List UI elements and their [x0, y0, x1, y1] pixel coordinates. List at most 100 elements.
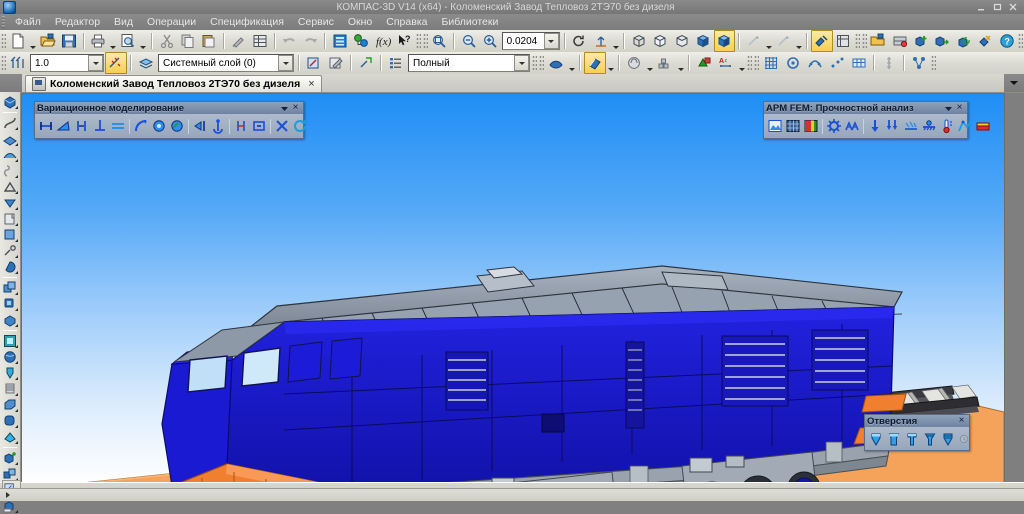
fem-gear-settings-icon[interactable] [825, 116, 843, 136]
tool-fillet[interactable] [1, 413, 19, 429]
library-manager-button[interactable] [329, 30, 350, 52]
detail-button[interactable] [889, 30, 910, 52]
color-swatch-button[interactable] [584, 52, 606, 74]
layer-combo[interactable]: Системный слой (0) [158, 54, 294, 72]
cut-button[interactable] [156, 30, 177, 52]
rotate-button[interactable] [569, 30, 590, 52]
shaded-cube-button[interactable] [713, 30, 736, 52]
open-document-button[interactable] [37, 30, 58, 52]
snap-button[interactable] [105, 52, 127, 74]
vm-linear-dimension[interactable] [250, 116, 268, 136]
mass-center-button[interactable] [654, 52, 676, 74]
vm-delete-constraint[interactable] [273, 116, 291, 136]
move-component-button[interactable] [932, 30, 953, 52]
tool-thread[interactable] [1, 381, 19, 397]
open-assembly-button[interactable] [868, 30, 889, 52]
perspective-dropdown[interactable] [764, 29, 773, 54]
assembly-toolbar-grip[interactable] [861, 33, 867, 49]
tool-draft[interactable] [1, 179, 19, 195]
mass-center-dropdown[interactable] [676, 51, 685, 76]
render-toolbar-grip[interactable] [539, 55, 544, 71]
no-hidden-line-cube-button[interactable] [671, 30, 692, 52]
add-component-button[interactable] [910, 30, 931, 52]
tool-scale[interactable] [1, 312, 19, 328]
zoom-window-button[interactable] [429, 30, 450, 52]
vm-perpendicular-constraint[interactable] [91, 116, 109, 136]
document-tab[interactable]: Коломенский Завод Тепловоз 2ТЭ70 без диз… [25, 75, 322, 92]
hole-threaded-icon[interactable] [939, 429, 957, 448]
kompas-logo-icon[interactable] [2, 0, 16, 14]
view-toolbar-grip[interactable] [422, 33, 428, 49]
tool-pocket[interactable] [1, 429, 19, 445]
new-document-dropdown[interactable] [28, 29, 37, 54]
view-toolbar-overflow[interactable] [854, 33, 860, 49]
tool-plane[interactable] [1, 131, 19, 147]
fem-distributed-load[interactable] [902, 116, 920, 136]
help-question-button[interactable]: ? [996, 30, 1017, 52]
vm-parallel-constraint[interactable] [109, 116, 127, 136]
properties-grid-button[interactable] [249, 30, 270, 52]
ruler-button[interactable] [878, 52, 900, 74]
zoom-scale-combo[interactable]: 0.0204 [501, 32, 560, 50]
zoom-out-button[interactable] [458, 30, 479, 52]
variables-tree-button[interactable] [351, 30, 372, 52]
print-preview-dropdown[interactable] [139, 29, 148, 54]
current-state-grip[interactable] [1, 55, 6, 71]
panel-variational-modeling[interactable]: Вариационное моделирование × [34, 101, 307, 139]
vm-tangent-constraint[interactable] [132, 116, 150, 136]
fem-force-load[interactable] [866, 116, 884, 136]
panel-holes-close-icon[interactable]: × [956, 416, 967, 427]
redo-button[interactable] [300, 30, 321, 52]
tool-sphere[interactable] [1, 349, 19, 365]
menu-item-help[interactable]: Справка [379, 15, 434, 29]
hidden-line-cube-button[interactable] [650, 30, 671, 52]
fem-mesh-view[interactable] [784, 116, 802, 136]
panel-apm-fem-header[interactable]: APM FEM: Прочностной анализ × [764, 102, 967, 114]
connections-button[interactable] [908, 52, 930, 74]
orientation-button[interactable] [590, 30, 611, 52]
new-document-button[interactable] [7, 30, 28, 52]
vm-collinear-constraint[interactable] [73, 116, 91, 136]
panel-holes-header[interactable]: Отверстия × [865, 415, 969, 427]
fem-results-map[interactable] [802, 116, 820, 136]
vm-symmetry-constraint[interactable] [191, 116, 209, 136]
layers-stack-button[interactable] [135, 52, 157, 74]
material-button[interactable] [623, 52, 645, 74]
perspective-button[interactable] [743, 30, 764, 52]
render-toolbar-overflow[interactable] [747, 55, 752, 71]
menu-item-libraries[interactable]: Библиотеки [434, 15, 505, 29]
current-state-button[interactable] [7, 52, 29, 74]
chevron-down-icon[interactable] [279, 103, 290, 114]
render-quality-dropdown[interactable] [567, 51, 576, 76]
vm-distance-dimension[interactable] [232, 116, 250, 136]
render-quality-button[interactable] [545, 52, 567, 74]
tool-boolean[interactable] [1, 296, 19, 312]
fem-pressure-load[interactable] [884, 116, 902, 136]
vm-refresh-icon[interactable] [291, 116, 309, 136]
hide-all-button[interactable] [811, 30, 833, 52]
save-document-button[interactable] [58, 30, 79, 52]
menu-item-file[interactable]: Файл [8, 15, 48, 29]
constraint-coincident-button[interactable] [782, 52, 804, 74]
fem-load-model[interactable] [766, 116, 784, 136]
parametrize-button[interactable] [355, 52, 377, 74]
zoom-fit-button[interactable] [479, 30, 500, 52]
annotation-button[interactable]: Az [715, 52, 737, 74]
hole-tapered-icon[interactable] [921, 429, 939, 448]
undo-button[interactable] [279, 30, 300, 52]
layer-dropdown[interactable] [278, 55, 293, 71]
hole-counterbore-icon[interactable] [903, 429, 921, 448]
material-dropdown[interactable] [645, 51, 654, 76]
tab-overflow-chevron-down-icon[interactable] [1004, 74, 1024, 92]
tool-extrude-boss[interactable] [1, 94, 19, 110]
menu-item-window[interactable]: Окно [341, 15, 379, 29]
vm-vertical-constraint[interactable] [55, 116, 73, 136]
tree-view-button[interactable] [385, 52, 407, 74]
color-swatch-dropdown[interactable] [606, 51, 615, 76]
tool-axis[interactable] [1, 243, 19, 259]
constraint-parallel-button[interactable] [826, 52, 848, 74]
fem-fixture[interactable] [920, 116, 938, 136]
tool-section-plane[interactable] [1, 333, 19, 349]
minimize-icon[interactable] [975, 2, 987, 12]
vm-coincident-constraint[interactable] [168, 116, 186, 136]
